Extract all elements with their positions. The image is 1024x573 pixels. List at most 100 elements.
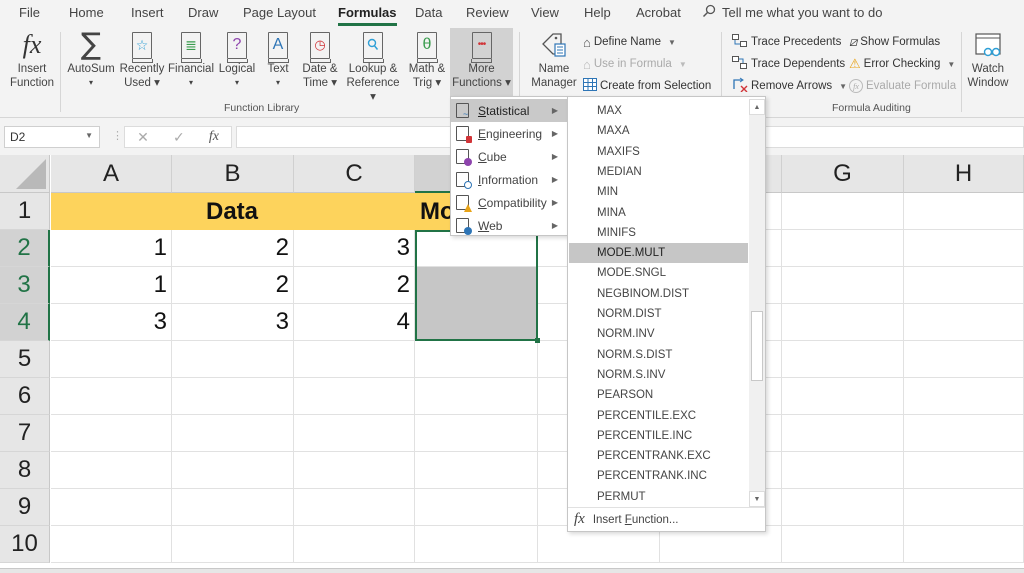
function-list-scrollbar[interactable]: ▲ ▼ xyxy=(749,99,765,507)
function-item[interactable]: PEARSON xyxy=(569,385,748,405)
date-time-button[interactable]: ◷ Date & Time ▾ xyxy=(298,28,342,96)
cell-b4[interactable]: 3 xyxy=(172,304,294,341)
cell-c9[interactable] xyxy=(294,489,415,526)
tab-home[interactable]: Home xyxy=(69,5,104,20)
cell-g5[interactable] xyxy=(782,341,904,378)
cell-h3[interactable] xyxy=(904,267,1024,304)
show-formulas-button[interactable]: ⧄ Show Formulas xyxy=(849,32,940,52)
chevron-down-icon[interactable]: ▼ xyxy=(85,131,93,140)
cell-c6[interactable] xyxy=(294,378,415,415)
math-trig-button[interactable]: θ Math & Trig ▾ xyxy=(405,28,449,96)
insert-function-button[interactable]: fx Insert Function xyxy=(6,28,58,96)
tab-help[interactable]: Help xyxy=(584,5,611,20)
scroll-up-arrow-icon[interactable]: ▲ xyxy=(749,99,765,115)
select-all-button[interactable] xyxy=(0,155,50,193)
tab-review[interactable]: Review xyxy=(466,5,509,20)
function-item[interactable]: PERMUT xyxy=(569,487,748,507)
scroll-thumb[interactable] xyxy=(751,311,763,381)
recently-used-button[interactable]: ☆ Recently Used ▾ xyxy=(119,28,165,96)
column-header-g[interactable]: G xyxy=(782,155,904,193)
cell-a4[interactable]: 3 xyxy=(51,304,172,341)
menu-item-engineering[interactable]: Engineering ▶ xyxy=(451,122,567,145)
cell-d5[interactable] xyxy=(415,341,538,378)
cell-h9[interactable] xyxy=(904,489,1024,526)
row-header-1[interactable]: 1 xyxy=(0,193,50,230)
function-item[interactable]: NORM.DIST xyxy=(569,304,748,324)
cell-a2[interactable]: 1 xyxy=(51,230,172,267)
logical-button[interactable]: ? Logical ▾ xyxy=(217,28,257,96)
menu-item-web[interactable]: Web ▶ xyxy=(451,214,567,237)
row-header-6[interactable]: 6 xyxy=(0,378,50,415)
name-manager-button[interactable]: Name Manager xyxy=(529,28,579,96)
scroll-down-arrow-icon[interactable]: ▼ xyxy=(749,491,765,507)
cell-b10[interactable] xyxy=(172,526,294,563)
cell-d10[interactable] xyxy=(415,526,538,563)
cell-g9[interactable] xyxy=(782,489,904,526)
function-item[interactable]: MODE.SNGL xyxy=(569,263,748,283)
cell-g4[interactable] xyxy=(782,304,904,341)
name-box[interactable]: D2 ▼ xyxy=(4,126,100,148)
drag-handle-icon[interactable]: ⋮ xyxy=(112,129,123,142)
cell-c3[interactable]: 2 xyxy=(294,267,415,304)
function-item[interactable]: PERCENTILE.EXC xyxy=(569,406,748,426)
cancel-icon[interactable]: ✕ xyxy=(137,129,149,146)
function-item[interactable]: MAXIFS xyxy=(569,142,748,162)
cell-b7[interactable] xyxy=(172,415,294,452)
selected-range-d2-d4[interactable] xyxy=(415,230,538,341)
cell-b3[interactable]: 2 xyxy=(172,267,294,304)
cell-b6[interactable] xyxy=(172,378,294,415)
cell-g1[interactable] xyxy=(782,193,904,230)
cell-h8[interactable] xyxy=(904,452,1024,489)
create-from-selection-button[interactable]: Create from Selection xyxy=(583,76,711,96)
tab-acrobat[interactable]: Acrobat xyxy=(636,5,681,20)
tab-draw[interactable]: Draw xyxy=(188,5,218,20)
row-header-3[interactable]: 3 xyxy=(0,267,50,304)
autosum-button[interactable]: ∑ AutoSum ▾ xyxy=(64,28,118,96)
row-header-4[interactable]: 4 xyxy=(0,304,50,341)
cell-g2[interactable] xyxy=(782,230,904,267)
fill-handle[interactable] xyxy=(535,338,540,343)
remove-arrows-button[interactable]: Remove Arrows ▼ xyxy=(732,76,847,96)
cell-c4[interactable]: 4 xyxy=(294,304,415,341)
function-item[interactable]: PERCENTILE.INC xyxy=(569,426,748,446)
cell-b8[interactable] xyxy=(172,452,294,489)
financial-button[interactable]: ≣ Financial ▾ xyxy=(167,28,215,96)
trace-precedents-button[interactable]: Trace Precedents xyxy=(732,32,841,52)
text-button[interactable]: A Text ▾ xyxy=(262,28,294,96)
cell-a5[interactable] xyxy=(51,341,172,378)
cell-h6[interactable] xyxy=(904,378,1024,415)
column-header-c[interactable]: C xyxy=(294,155,415,193)
menu-item-compatibility[interactable]: Compatibility ▶ xyxy=(451,191,567,214)
cell-a6[interactable] xyxy=(51,378,172,415)
cell-h5[interactable] xyxy=(904,341,1024,378)
tab-view[interactable]: View xyxy=(531,5,559,20)
trace-dependents-button[interactable]: Trace Dependents xyxy=(732,54,845,74)
menu-item-cube[interactable]: Cube ▶ xyxy=(451,145,567,168)
function-item[interactable]: MAXA xyxy=(569,121,748,141)
function-item[interactable]: NORM.S.DIST xyxy=(569,345,748,365)
function-item[interactable]: MINA xyxy=(569,203,748,223)
error-checking-button[interactable]: ⚠ Error Checking ▼ xyxy=(849,54,955,74)
cell-b5[interactable] xyxy=(172,341,294,378)
evaluate-formula-button[interactable]: fx Evaluate Formula xyxy=(849,76,956,96)
menu-item-information[interactable]: Information ▶ xyxy=(451,168,567,191)
cell-h1[interactable] xyxy=(904,193,1024,230)
lookup-reference-button[interactable]: Lookup & Reference ▾ xyxy=(343,28,403,103)
function-item[interactable]: PERCENTRANK.INC xyxy=(569,466,748,486)
column-header-a[interactable]: A xyxy=(51,155,172,193)
tab-insert[interactable]: Insert xyxy=(131,5,164,20)
tab-page-layout[interactable]: Page Layout xyxy=(243,5,316,20)
cell-h2[interactable] xyxy=(904,230,1024,267)
cell-d8[interactable] xyxy=(415,452,538,489)
cell-g3[interactable] xyxy=(782,267,904,304)
function-item[interactable]: NORM.S.INV xyxy=(569,365,748,385)
watch-window-button[interactable]: Watch Window xyxy=(964,28,1012,96)
cell-a9[interactable] xyxy=(51,489,172,526)
function-item[interactable]: NORM.INV xyxy=(569,324,748,344)
menu-item-statistical[interactable]: ~ Statistical ▶ xyxy=(451,99,567,122)
more-functions-button[interactable]: ••• More Functions ▾ xyxy=(450,28,513,98)
insert-function-icon[interactable]: fx xyxy=(209,129,219,145)
tab-file[interactable]: File xyxy=(19,5,40,20)
function-item[interactable]: PERCENTRANK.EXC xyxy=(569,446,748,466)
cell-c7[interactable] xyxy=(294,415,415,452)
